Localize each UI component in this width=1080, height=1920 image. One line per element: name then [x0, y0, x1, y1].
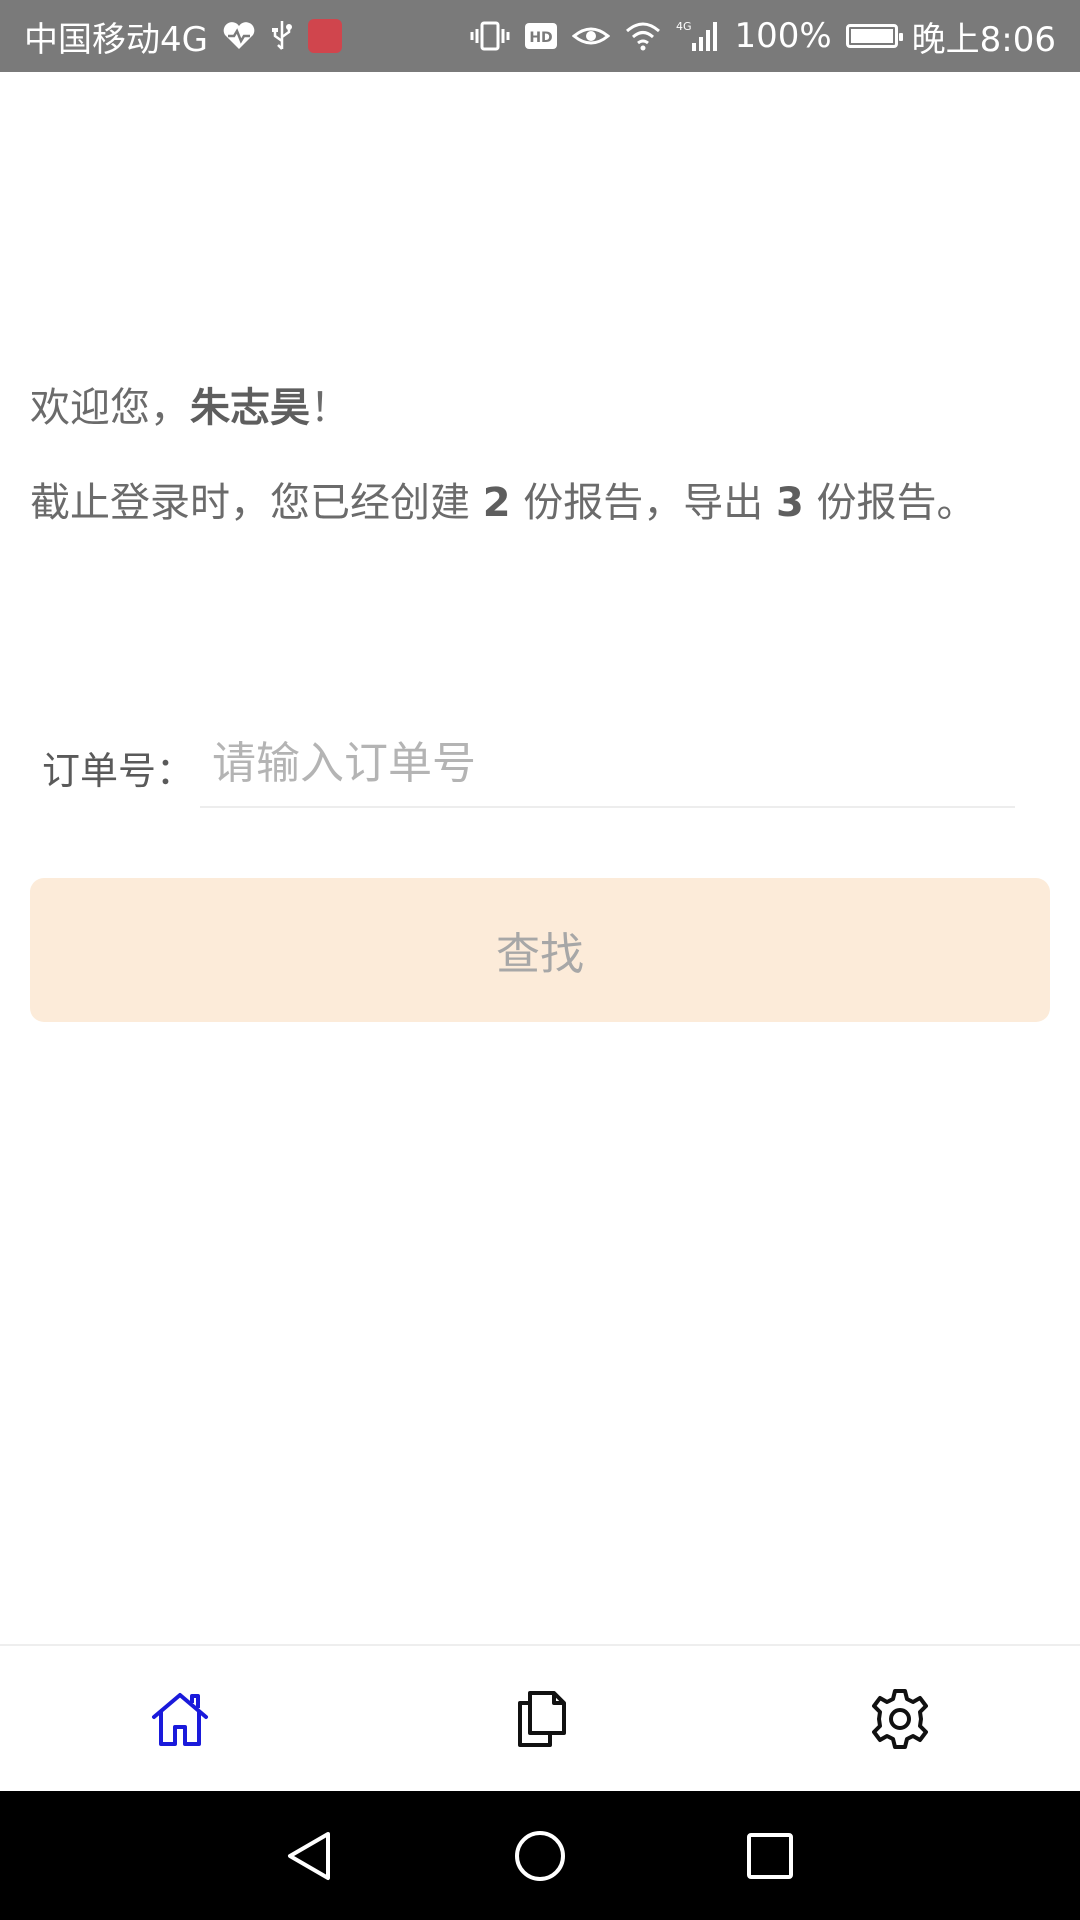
- system-navigation-bar: [0, 1791, 1080, 1920]
- vibrate-icon: [470, 20, 510, 52]
- bottom-navigation: [0, 1644, 1080, 1791]
- battery-icon: [845, 24, 903, 48]
- order-number-label: 订单号：: [42, 749, 195, 793]
- clock: 晚上8:06: [911, 19, 1056, 60]
- signal-4g-icon: 4G: [676, 19, 720, 53]
- welcome-prefix: 欢迎您，: [30, 385, 190, 431]
- status-left: 中国移动4G: [24, 12, 342, 61]
- back-icon[interactable]: [280, 1826, 340, 1886]
- eye-icon: [572, 22, 611, 50]
- user-name: 朱志昊: [190, 385, 310, 431]
- search-button[interactable]: 查找: [30, 878, 1050, 1022]
- welcome-message: 欢迎您，朱志昊！: [30, 375, 350, 433]
- nav-item-settings[interactable]: [720, 1687, 1080, 1751]
- status-right: HD 4G 100% 晚上8:06: [470, 12, 1056, 61]
- nav-item-documents[interactable]: [360, 1687, 720, 1751]
- welcome-suffix: ！: [310, 385, 350, 431]
- heartbeat-icon: [222, 21, 256, 51]
- svg-text:HD: HD: [530, 30, 553, 46]
- usb-icon: [270, 19, 294, 53]
- order-number-input[interactable]: [200, 720, 1015, 808]
- svg-text:4G: 4G: [676, 20, 692, 33]
- report-summary: 截止登录时，您已经创建 2 份报告，导出 3 份报告。: [30, 470, 977, 528]
- nav-item-home[interactable]: [0, 1687, 360, 1751]
- home-circle-icon[interactable]: [510, 1826, 570, 1886]
- created-count: 2: [482, 480, 511, 526]
- summary-text-3: 份报告。: [803, 480, 977, 526]
- documents-icon: [518, 1690, 566, 1747]
- home-icon: [152, 1692, 208, 1746]
- battery-percent: 100%: [734, 16, 832, 56]
- wifi-icon: [624, 21, 662, 51]
- summary-text-2: 份报告，导出: [510, 480, 776, 526]
- recents-icon[interactable]: [740, 1826, 800, 1886]
- status-bar: 中国移动4G HD 4G 100% 晚上8:06: [0, 0, 1080, 72]
- settings-icon: [872, 1688, 928, 1749]
- exported-count: 3: [776, 480, 804, 526]
- hd-icon: HD: [524, 21, 558, 51]
- summary-text-1: 截止登录时，您已经创建: [30, 480, 483, 526]
- app-notification-icon: [307, 19, 342, 53]
- carrier-label: 中国移动4G: [24, 19, 208, 60]
